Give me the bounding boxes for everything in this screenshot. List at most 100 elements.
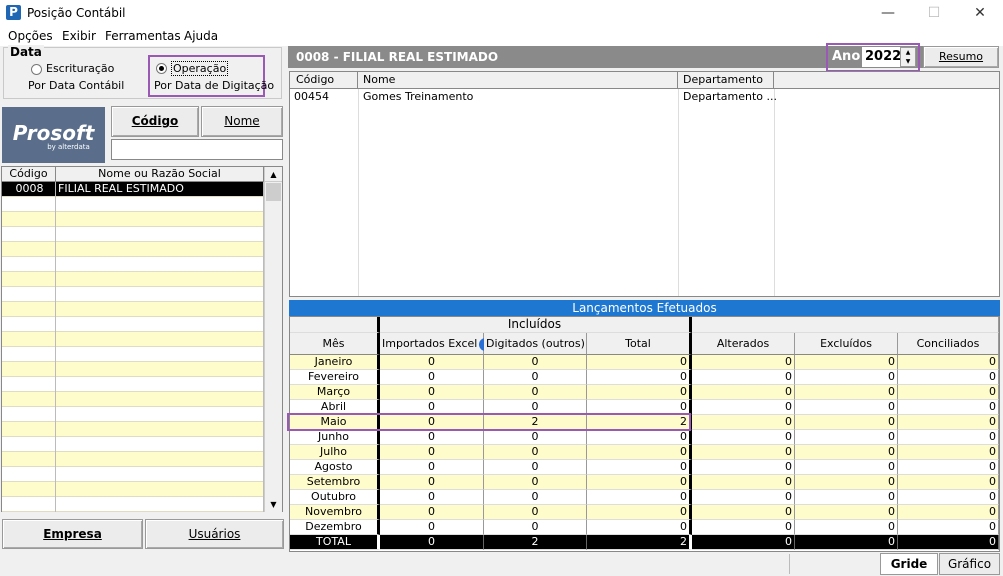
company-row[interactable] xyxy=(2,482,264,497)
company-row[interactable] xyxy=(2,467,264,482)
lanc-cell-mes: Julho xyxy=(290,445,380,460)
lanc-cell-importados: 0 xyxy=(380,475,484,490)
lanc-cell-importados: 0 xyxy=(380,355,484,370)
company-row[interactable] xyxy=(2,377,264,392)
usuarios-button[interactable]: Usuários xyxy=(145,519,284,549)
company-row[interactable] xyxy=(2,242,264,257)
company-row[interactable] xyxy=(2,302,264,317)
company-row[interactable] xyxy=(2,437,264,452)
company-row[interactable] xyxy=(2,452,264,467)
user-nome: Gomes Treinamento xyxy=(363,90,474,103)
company-row[interactable] xyxy=(2,287,264,302)
close-button[interactable]: ✕ xyxy=(957,0,1003,27)
lanc-col-label: Mês xyxy=(322,337,345,350)
escrituracao-label[interactable]: Escrituração xyxy=(46,62,114,75)
menu-ferramentas[interactable]: Ferramentas xyxy=(105,29,181,43)
company-row[interactable] xyxy=(2,272,264,287)
lanc-cell-total: 0 xyxy=(587,460,692,475)
lanc-cell-mes: Janeiro xyxy=(290,355,380,370)
company-search-input[interactable] xyxy=(111,139,283,160)
lanc-cell-total: 0 xyxy=(587,430,692,445)
company-col-codigo[interactable]: Código xyxy=(2,167,56,182)
data-group-label: Data xyxy=(8,45,44,59)
company-row[interactable] xyxy=(2,317,264,332)
empresa-button-label: Empresa xyxy=(43,527,102,541)
users-col-nome[interactable]: Nome xyxy=(358,72,678,89)
scroll-down-icon[interactable]: ▼ xyxy=(265,497,282,512)
window-title: Posição Contábil xyxy=(27,6,126,20)
lanc-row: Janeiro 0 0 0 0 0 0 xyxy=(290,355,1001,370)
users-col-departamento[interactable]: Departamento xyxy=(678,72,774,89)
ano-spinner[interactable]: ▲ ▼ xyxy=(900,47,916,67)
company-row[interactable] xyxy=(2,422,264,437)
company-row[interactable] xyxy=(2,347,264,362)
company-row[interactable] xyxy=(2,212,264,227)
minimize-button[interactable]: — xyxy=(865,0,911,27)
lanc-cell-conciliados: 0 xyxy=(898,460,999,475)
lanc-col-label: Importados Excel xyxy=(382,337,478,350)
lanc-cell-total: 0 xyxy=(587,475,692,490)
spin-down-icon[interactable]: ▼ xyxy=(901,57,915,66)
lanc-cell-mes: Setembro xyxy=(290,475,380,490)
company-row[interactable] xyxy=(2,407,264,422)
company-codigo xyxy=(2,377,56,392)
gride-button[interactable]: Gride xyxy=(880,553,938,575)
company-row[interactable] xyxy=(2,392,264,407)
company-codigo xyxy=(2,242,56,257)
maximize-button[interactable]: ☐ xyxy=(911,0,957,27)
users-row[interactable]: 00454 Gomes Treinamento Departamento ... xyxy=(290,89,999,104)
lanc-cell-importados: 0 xyxy=(380,505,484,520)
company-codigo xyxy=(2,257,56,272)
company-codigo xyxy=(2,497,56,512)
empresa-button[interactable]: Empresa xyxy=(2,519,143,549)
scroll-thumb[interactable] xyxy=(266,183,281,201)
lanc-total-importados: 0 xyxy=(380,535,484,550)
company-codigo xyxy=(2,422,56,437)
company-nome xyxy=(56,482,264,497)
company-nome xyxy=(56,437,264,452)
lanc-cell-conciliados: 0 xyxy=(898,415,999,430)
company-row[interactable] xyxy=(2,197,264,212)
lanc-cell-mes: Dezembro xyxy=(290,520,380,535)
codigo-search-button[interactable]: Código xyxy=(111,106,199,137)
scroll-up-icon[interactable]: ▲ xyxy=(265,167,282,182)
lanc-blank-right xyxy=(692,317,999,333)
menu-opcoes[interactable]: Opções xyxy=(8,29,53,43)
resumo-geral-button[interactable]: Resumo Geral xyxy=(923,46,999,83)
users-divider-2 xyxy=(678,89,679,296)
spin-up-icon[interactable]: ▲ xyxy=(901,48,915,57)
company-row[interactable] xyxy=(2,362,264,377)
company-row[interactable]: 0008 FILIAL REAL ESTIMADO xyxy=(2,182,264,197)
company-row[interactable] xyxy=(2,497,264,512)
nome-search-button[interactable]: Nome xyxy=(201,106,283,137)
ano-input[interactable]: 2022 xyxy=(862,47,901,67)
company-row[interactable] xyxy=(2,257,264,272)
menu-exibir[interactable]: Exibir xyxy=(62,29,96,43)
lanc-col-excluidos: Excluídos xyxy=(795,333,898,355)
company-nome xyxy=(56,287,264,302)
lanc-cell-excluidos: 0 xyxy=(795,475,898,490)
lanc-col-total: Total xyxy=(587,333,692,355)
company-codigo xyxy=(2,452,56,467)
lanc-cell-alterados: 0 xyxy=(692,490,795,505)
lanc-cell-digitados: 0 xyxy=(484,355,587,370)
panel-title: 0008 - FILIAL REAL ESTIMADO xyxy=(288,46,823,68)
lanc-cell-conciliados: 0 xyxy=(898,475,999,490)
company-scrollbar[interactable]: ▲ ▼ xyxy=(264,167,282,512)
lanc-cell-conciliados: 0 xyxy=(898,370,999,385)
menu-ajuda[interactable]: Ajuda xyxy=(184,29,218,43)
lanc-blank-corner xyxy=(290,317,380,333)
lanc-col-label: Conciliados xyxy=(916,337,980,350)
operacao-radio[interactable] xyxy=(156,63,167,74)
operacao-sub-label: Por Data de Digitação xyxy=(154,79,275,92)
escrituracao-radio[interactable] xyxy=(31,64,42,75)
prosoft-logo: Prosoft by alterdata xyxy=(2,107,105,163)
operacao-label[interactable]: Operação xyxy=(171,61,229,76)
lanc-cell-importados: 0 xyxy=(380,490,484,505)
lanc-cell-total: 0 xyxy=(587,520,692,535)
company-row[interactable] xyxy=(2,332,264,347)
users-col-codigo[interactable]: Código xyxy=(290,72,358,89)
company-row[interactable] xyxy=(2,227,264,242)
company-col-nome[interactable]: Nome ou Razão Social xyxy=(56,167,264,182)
grafico-button[interactable]: Gráfico xyxy=(939,553,1000,575)
